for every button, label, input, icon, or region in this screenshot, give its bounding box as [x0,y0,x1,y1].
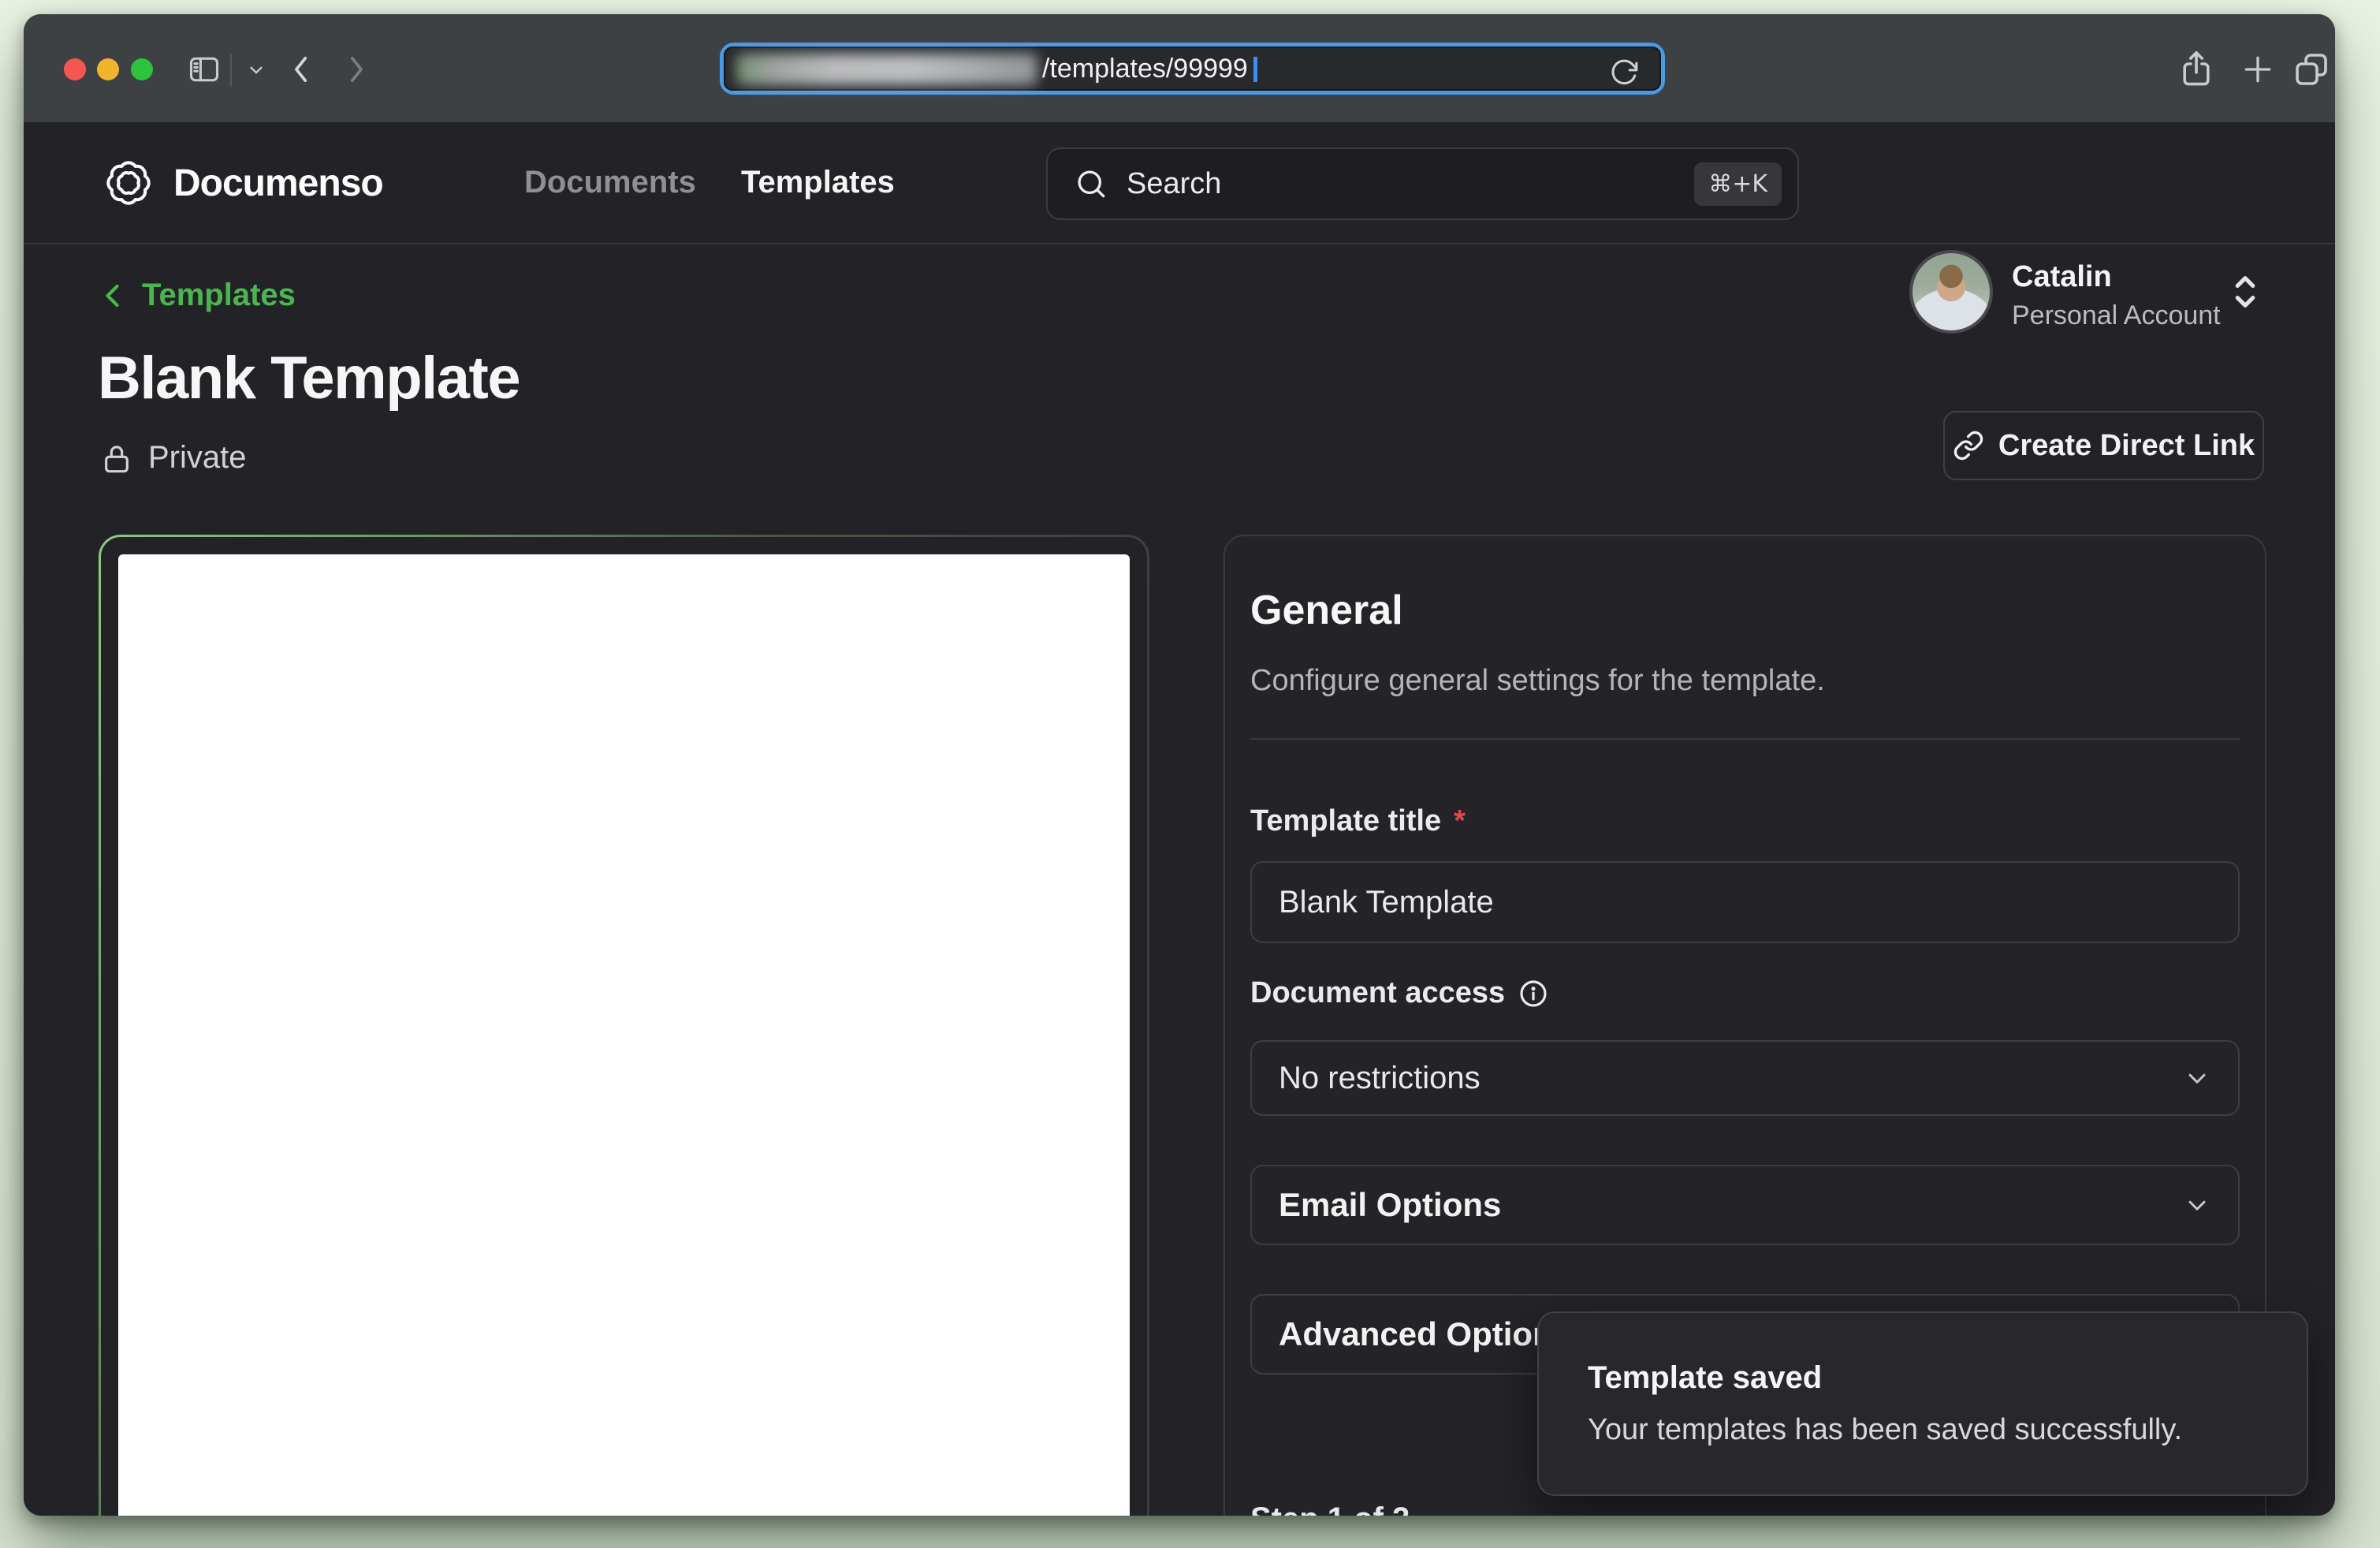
card-divider [1250,738,2240,740]
toolbar-divider [230,54,232,87]
browser-window: /templates/99999 [24,14,2335,1516]
desktop: /templates/99999 [0,0,2380,1548]
sidebar-chevron-down-icon[interactable] [246,62,266,79]
visibility-label: Private [148,440,247,476]
document-access-value: No restrictions [1279,1061,1481,1096]
toast-notification: Template saved Your templates has been s… [1537,1311,2308,1496]
back-button[interactable] [289,49,315,90]
document-page[interactable] [118,554,1130,1516]
card-title: General [1250,587,1403,634]
search-placeholder: Search [1127,167,1694,201]
address-bar-field[interactable]: /templates/99999 [724,47,1661,91]
advanced-options-label: Advanced Options [1279,1315,1571,1353]
document-access-select[interactable]: No restrictions [1250,1040,2240,1116]
chevron-down-icon [2183,1064,2211,1092]
document-preview-frame [99,535,1149,1516]
account-selector-icon[interactable] [2225,269,2266,315]
create-direct-link-button[interactable]: Create Direct Link [1943,411,2264,480]
lock-icon [101,441,132,476]
create-direct-link-label: Create Direct Link [1998,429,2255,463]
chevron-down-icon [2183,1191,2211,1219]
brand-name: Documenso [173,162,383,205]
user-menu[interactable]: Catalin Personal Account [2012,259,2221,331]
documenso-logo-icon [101,155,156,211]
user-avatar[interactable] [1913,253,1990,330]
breadcrumb-label[interactable]: Templates [142,278,296,313]
step-indicator: Step 1 of 2 [1250,1501,1410,1516]
app-header: Documenso Documents Templates Search ⌘+K… [24,122,2335,244]
required-asterisk: * [1454,804,1466,838]
page-title: Blank Template [98,344,520,412]
search-bar[interactable]: Search ⌘+K [1046,147,1799,220]
card-description: Configure general settings for the templ… [1250,664,1825,698]
search-icon [1075,167,1108,200]
info-icon[interactable] [1518,978,1549,1009]
zoom-window-button[interactable] [131,58,153,80]
new-tab-icon[interactable] [2240,52,2275,87]
tab-overview-icon[interactable] [2292,50,2330,88]
user-name: Catalin [2012,259,2221,295]
link-icon [1953,430,1984,461]
email-options-label: Email Options [1279,1186,1501,1224]
refresh-icon[interactable] [1609,58,1639,88]
brand[interactable]: Documenso [101,155,383,211]
text-caret [1253,57,1257,82]
address-bar[interactable]: /templates/99999 [720,43,1665,95]
minimize-window-button[interactable] [97,58,119,80]
sidebar-toggle-icon[interactable] [186,52,222,87]
browser-toolbar: /templates/99999 [24,14,2335,122]
breadcrumb[interactable]: Templates [99,278,296,313]
search-shortcut-badge: ⌘+K [1694,162,1782,206]
user-account-type: Personal Account [2012,300,2221,331]
toast-message: Your templates has been saved successful… [1588,1413,2258,1447]
email-options-accordion[interactable]: Email Options [1250,1165,2240,1245]
share-icon[interactable] [2177,49,2215,90]
nav-templates[interactable]: Templates [741,165,895,200]
address-bar-path[interactable]: /templates/99999 [1042,54,1248,84]
template-title-input[interactable] [1250,861,2240,943]
address-bar-blurred-host [736,54,1037,85]
toast-title: Template saved [1588,1360,2258,1396]
chevron-left-icon [99,280,128,311]
nav-documents[interactable]: Documents [524,165,696,200]
close-window-button[interactable] [64,58,86,80]
visibility-status: Private [101,440,247,476]
forward-button[interactable] [342,49,369,90]
document-access-label: Document access [1250,976,1549,1010]
template-title-label: Template title * [1250,804,1466,838]
